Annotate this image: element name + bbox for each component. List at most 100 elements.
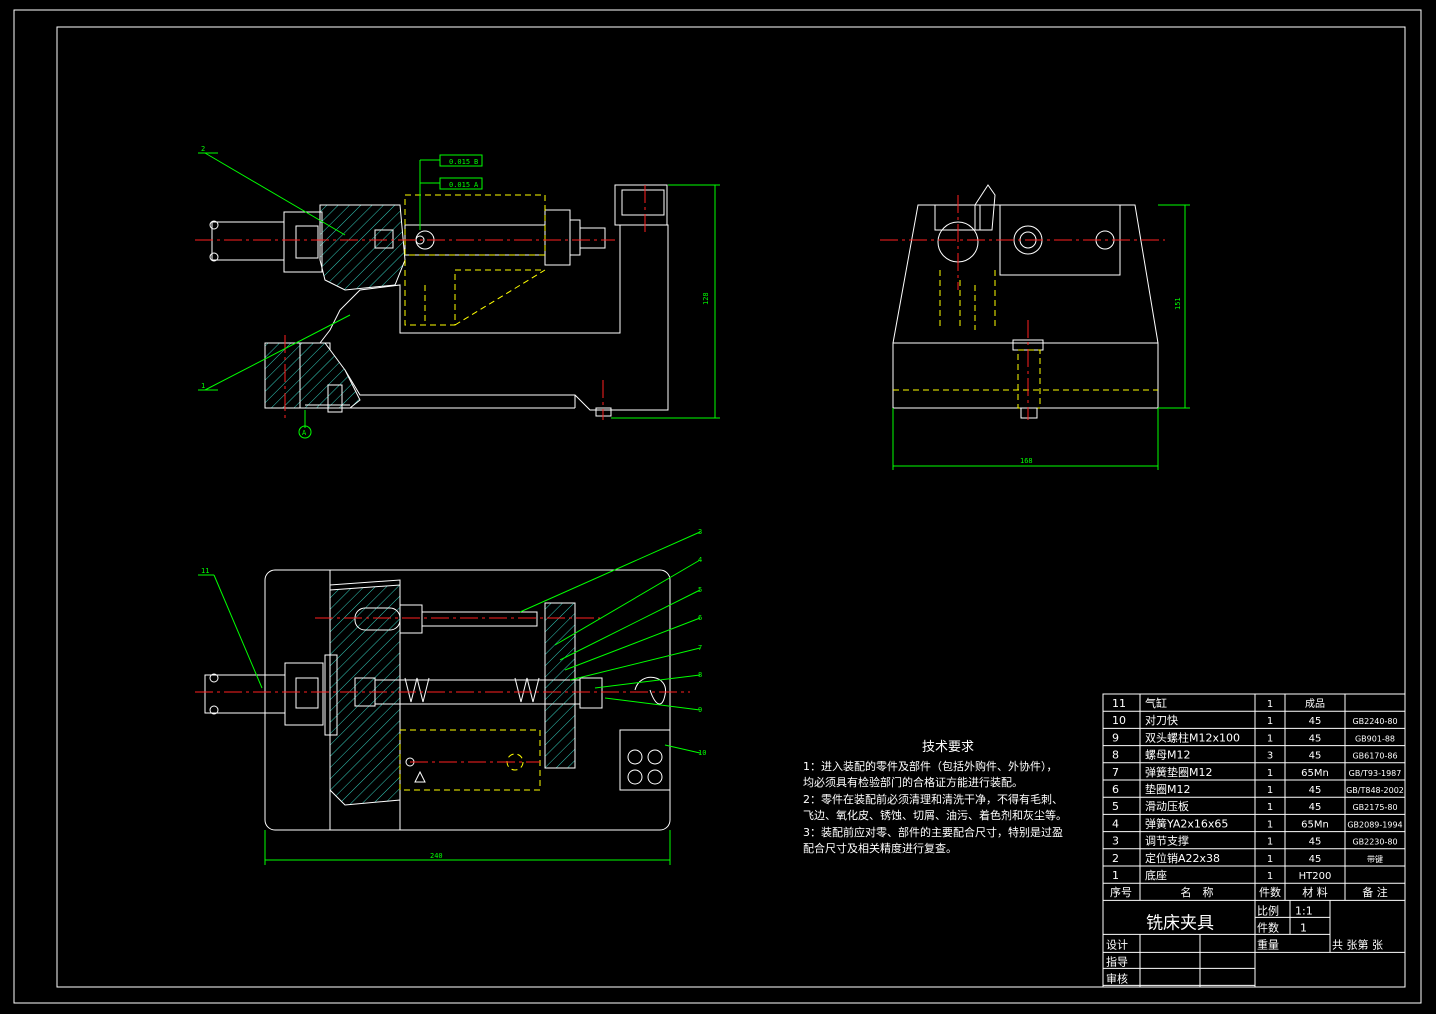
dim-side-height: 151 [1174,297,1182,310]
bom-header-qty: 件数 [1259,886,1281,899]
bom-row-no: 1 [1112,869,1119,882]
bom-row-note: GB901-88 [1355,734,1395,743]
front-view: 2 1 0.015 B 0.015 A A 128 [195,145,720,439]
datum-a: A [302,429,307,437]
tech-requirements: 技术要求 1：进入装配的零件及部件（包括外购件、外协件）， 均必须具有检验部门的… [803,740,1093,858]
bom-row-material: 45 [1309,854,1322,865]
bom-row-name: 调节支撑 [1145,834,1189,848]
bom-row-no: 8 [1112,749,1119,762]
callout-top-5: 5 [698,586,702,594]
bom-row-note: GB/T93-1987 [1349,769,1402,778]
bom-row-material: 45 [1309,751,1322,762]
bom-row-no: 2 [1112,852,1119,865]
bom-row-qty: 1 [1267,802,1273,813]
bom-row-material: HT200 [1299,871,1332,882]
bom-row-material: 45 [1309,733,1322,744]
bom-row-no: 3 [1112,835,1119,848]
count-value: 1 [1300,921,1307,934]
bom-row-name: 螺母M12 [1145,749,1191,762]
bom-row-qty: 1 [1267,785,1273,796]
callout-top-9: 9 [698,706,702,714]
tolerance-1: 0.015 [449,158,470,166]
bom-row-material: 45 [1309,837,1322,848]
scale-label: 比例 [1257,903,1279,917]
tech-line: 配合尺寸及相关精度进行复查。 [803,842,957,855]
tolerance-1-ref: B [474,158,478,166]
bom-row-qty: 3 [1267,751,1273,762]
tech-line: 2：零件在装配前必须清理和清洗干净，不得有毛刺、 [803,792,1063,806]
tech-line: 均必须具有检验部门的合格证方能进行装配。 [803,776,1023,789]
callout-top-7: 7 [698,644,702,652]
bom-row-name: 气缸 [1145,696,1167,710]
bom-row-name: 双头螺柱M12x100 [1145,730,1240,744]
bom-row-name: 对刀快 [1145,713,1178,727]
bom-row-no: 6 [1112,783,1119,796]
guide-label: 指导 [1106,954,1128,968]
bom-row-no: 5 [1112,800,1119,813]
bom-header-name: 名 称 [1181,885,1214,899]
bom-row-note: GB/T848-2002 [1346,786,1404,795]
bom-row-material: 45 [1309,716,1322,727]
bom-row-no: 4 [1112,817,1119,830]
tech-line: 飞边、氧化皮、锈蚀、切屑、油污、着色剂和灰尘等。 [803,809,1067,822]
bom-row-qty: 1 [1267,768,1273,779]
top-view: 11 3 4 5 6 7 8 9 10 240 [195,528,706,865]
sheets-label: 共 张第 张 [1332,937,1383,951]
drawing-canvas: 2 1 0.015 B 0.015 A A 128 151 168 11 3 4… [13,9,1422,1004]
bom-row-qty: 1 [1267,819,1273,830]
bom-row-qty: 1 [1267,733,1273,744]
bom-header-no: 序号 [1110,885,1132,899]
callout-front-1: 1 [201,382,205,390]
callout-top-3: 3 [698,528,702,536]
count-label: 件数 [1257,921,1279,934]
callout-top-4: 4 [698,556,702,564]
bom-row-note: 带键 [1367,854,1383,864]
scale-value: 1:1 [1295,904,1313,917]
bom-row-qty: 1 [1267,699,1273,710]
bom-row-name: 滑动压板 [1145,799,1189,813]
bom-row-material: 65Mn [1301,819,1329,830]
callout-top-8: 8 [698,671,702,679]
callout-top-11: 11 [201,567,209,575]
tolerance-2-ref: A [474,181,479,189]
bom-row-name: 弹簧YA2x16x65 [1145,816,1228,830]
bom-header-material: 材 料 [1302,885,1328,899]
bom-row-name: 定位销A22x38 [1145,851,1220,865]
bom-row-note: GB2230-80 [1352,838,1397,847]
tech-line: 1：进入装配的零件及部件（包括外购件、外协件）， [803,759,1058,773]
inner-border [56,26,1406,988]
bom-row-qty: 1 [1267,871,1273,882]
tolerance-2: 0.015 [449,181,470,189]
bom-row-qty: 1 [1267,854,1273,865]
weight-label: 重量 [1257,937,1279,951]
bom-row-material: 成品 [1305,698,1325,710]
callout-top-6: 6 [698,614,702,622]
bom-row-note: GB2240-80 [1352,717,1397,726]
callout-top-10: 10 [698,749,706,757]
bom-row-note: GB2175-80 [1352,803,1397,812]
bom-row-no: 10 [1112,714,1126,727]
bom-header-note: 备 注 [1362,885,1388,899]
bom-row-no: 7 [1112,766,1119,779]
bom-table: 11 气缸 1 成品10 对刀快 1 45 GB2240-809 双头螺柱M12x100 1 45 G… [1102,693,1406,988]
bom-row-name: 弹簧垫圈M12 [1145,765,1213,779]
bom-row-note: GB2089-1994 [1347,820,1402,829]
review-label: 审核 [1106,971,1128,985]
bom-row-name: 垫圈M12 [1145,782,1191,796]
dim-side-width: 168 [1020,457,1033,465]
bom-row-name: 底座 [1145,868,1167,882]
bom-row-no: 9 [1112,731,1119,744]
bom-row-no: 11 [1112,697,1126,710]
side-view: 151 168 [880,184,1190,470]
dim-top-width: 240 [430,852,443,860]
design-label: 设计 [1106,938,1128,951]
tech-line: 3：装配前应对零、部件的主要配合尺寸，特别是过盈 [803,825,1063,839]
tech-title: 技术要求 [921,740,974,755]
bom-row-note: GB6170-86 [1352,752,1397,761]
drawing-title: 铣床夹具 [1146,913,1214,933]
bom-row-qty: 1 [1267,837,1273,848]
bom-row-material: 45 [1309,785,1322,796]
bom-row-qty: 1 [1267,716,1273,727]
callout-front-2: 2 [201,145,205,153]
dim-front-height: 128 [702,292,710,305]
